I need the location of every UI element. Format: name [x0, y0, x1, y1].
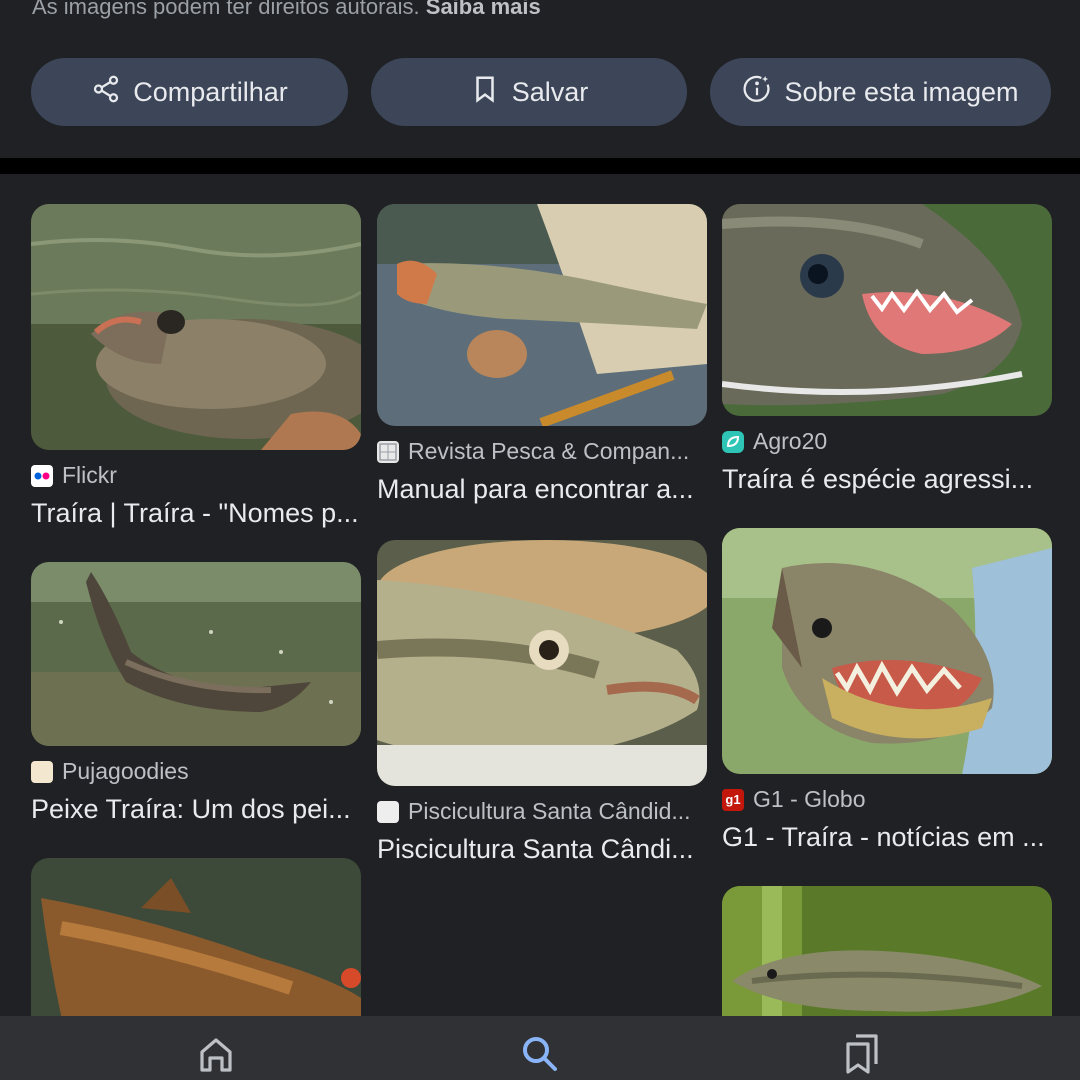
result-caption[interactable]: Peixe Traíra: Um dos pei... — [31, 794, 361, 825]
related-images-grid[interactable]: Flickr Traíra | Traíra - "Nomes p... Puj… — [0, 174, 1080, 1016]
result-card[interactable]: Agro20 Traíra é espécie agressi... — [722, 204, 1052, 504]
source-name: Revista Pesca & Compan... — [408, 438, 690, 464]
result-card[interactable]: Revista Pesca & Compan... Manual para en… — [377, 204, 707, 534]
result-card[interactable]: Piscicultura Santa Cândid... Piscicultur… — [377, 540, 707, 870]
result-caption[interactable]: Traíra é espécie agressi... — [722, 464, 1052, 495]
save-button[interactable]: Salvar — [371, 58, 687, 126]
source-name: G1 - Globo — [753, 786, 866, 812]
saved-collections-icon — [842, 1034, 882, 1080]
result-source: Piscicultura Santa Cândid... — [377, 798, 707, 825]
result-source: Pujagoodies — [31, 758, 361, 785]
result-thumbnail[interactable] — [722, 204, 1052, 416]
copyright-text: As imagens podem ter direitos autorais. — [32, 0, 420, 19]
section-divider — [0, 158, 1080, 174]
about-image-icon — [742, 74, 772, 111]
source-name: Piscicultura Santa Cândid... — [408, 798, 691, 824]
result-card[interactable] — [31, 858, 361, 1016]
about-image-label: Sobre esta imagem — [784, 76, 1019, 107]
pujagoodies-favicon — [31, 760, 53, 783]
result-thumbnail[interactable] — [377, 540, 707, 786]
result-thumbnail[interactable] — [31, 204, 361, 450]
g1-favicon: g1 — [722, 788, 744, 811]
result-thumbnail[interactable] — [722, 886, 1052, 1016]
copyright-notice: As imagens podem ter direitos autorais. … — [32, 0, 541, 20]
home-nav-button[interactable] — [196, 1032, 236, 1076]
result-caption[interactable]: Manual para encontrar a... — [377, 474, 707, 505]
search-nav-button[interactable] — [520, 1032, 560, 1076]
agro20-favicon — [722, 430, 744, 453]
save-label: Salvar — [511, 76, 589, 107]
source-name: Agro20 — [753, 428, 828, 454]
image-detail-panel: As imagens podem ter direitos autorais. … — [0, 0, 1080, 158]
result-caption[interactable]: Traíra | Traíra - "Nomes p... — [31, 498, 361, 529]
source-name: Pujagoodies — [62, 758, 189, 784]
result-thumbnail[interactable] — [377, 204, 707, 426]
bottom-navigation-bar — [0, 1016, 1080, 1080]
bookmark-icon — [470, 74, 500, 111]
share-icon — [91, 74, 121, 111]
learn-more-link[interactable]: Saiba mais — [426, 0, 541, 19]
share-label: Compartilhar — [133, 76, 288, 107]
result-caption[interactable]: G1 - Traíra - notícias em ... — [722, 822, 1052, 853]
result-thumbnail[interactable] — [31, 562, 361, 746]
result-source: Agro20 — [722, 428, 1052, 455]
result-card[interactable] — [722, 886, 1052, 1016]
result-card[interactable]: g1 G1 - Globo G1 - Traíra - notícias em … — [722, 528, 1052, 858]
home-icon — [196, 1038, 236, 1080]
search-icon — [520, 1037, 560, 1080]
result-source: Revista Pesca & Compan... — [377, 438, 707, 465]
saved-nav-button[interactable] — [842, 1032, 882, 1076]
flickr-favicon — [31, 464, 53, 487]
share-button[interactable]: Compartilhar — [31, 58, 348, 126]
result-thumbnail[interactable] — [722, 528, 1052, 774]
result-card[interactable]: Flickr Traíra | Traíra - "Nomes p... — [31, 204, 361, 534]
revista-pesca-favicon — [377, 440, 399, 463]
result-card[interactable]: Pujagoodies Peixe Traíra: Um dos pei... — [31, 562, 361, 832]
result-thumbnail[interactable] — [31, 858, 361, 1016]
piscicultura-favicon — [377, 800, 399, 823]
result-source: g1 G1 - Globo — [722, 786, 1052, 813]
source-name: Flickr — [62, 462, 117, 488]
result-caption[interactable]: Piscicultura Santa Cândi... — [377, 834, 707, 865]
about-image-button[interactable]: Sobre esta imagem — [710, 58, 1051, 126]
result-source: Flickr — [31, 462, 361, 489]
